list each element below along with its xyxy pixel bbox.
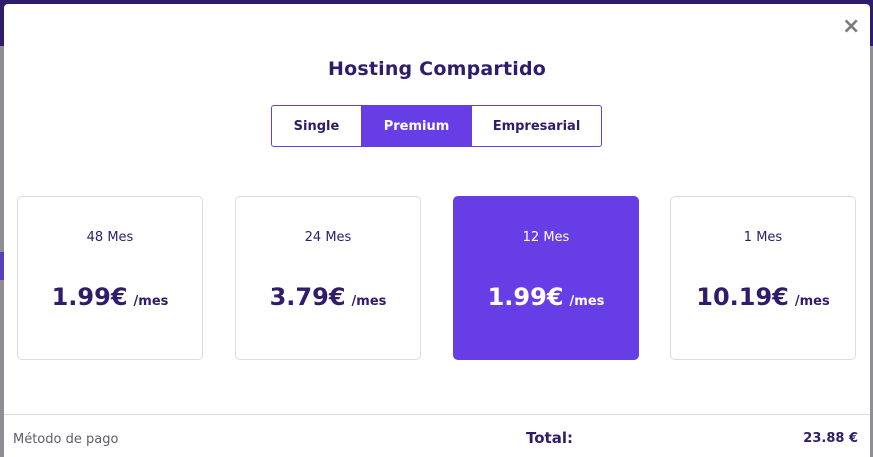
total-label: Total: [526, 429, 573, 447]
period-card-12[interactable]: 12 Mes 1.99€ /mes [453, 196, 639, 360]
price-group: 1.99€ /mes [18, 283, 202, 311]
total-value: 23.88 € [803, 431, 858, 446]
price-amount: 1.99€ [51, 283, 128, 311]
price-unit: /mes [133, 294, 169, 309]
price-unit: /mes [351, 294, 387, 309]
period-card-48[interactable]: 48 Mes 1.99€ /mes [17, 196, 203, 360]
plan-option-single[interactable]: Single [272, 106, 362, 146]
price-group: 1.99€ /mes [454, 283, 638, 311]
close-icon[interactable]: × [842, 16, 860, 38]
plan-selector: Single Premium Empresarial [271, 105, 602, 147]
period-card-1[interactable]: 1 Mes 10.19€ /mes [670, 196, 856, 360]
period-label: 12 Mes [522, 230, 570, 245]
period-label: 48 Mes [86, 230, 134, 245]
period-label: 24 Mes [304, 230, 352, 245]
price-amount: 3.79€ [269, 283, 346, 311]
modal-title: Hosting Compartido [327, 58, 547, 80]
price-group: 10.19€ /mes [671, 283, 855, 311]
price-unit: /mes [569, 294, 605, 309]
price-amount: 10.19€ [696, 283, 789, 311]
footer-divider [4, 414, 870, 415]
period-card-24[interactable]: 24 Mes 3.79€ /mes [235, 196, 421, 360]
payment-method-label: Método de pago [13, 432, 119, 447]
period-label: 1 Mes [743, 230, 783, 245]
plan-option-empresarial[interactable]: Empresarial [472, 106, 601, 146]
price-unit: /mes [794, 294, 830, 309]
plan-option-premium[interactable]: Premium [362, 106, 472, 146]
hosting-plan-modal: × Hosting Compartido Single Premium Empr… [4, 4, 870, 457]
price-group: 3.79€ /mes [236, 283, 420, 311]
price-amount: 1.99€ [487, 283, 564, 311]
